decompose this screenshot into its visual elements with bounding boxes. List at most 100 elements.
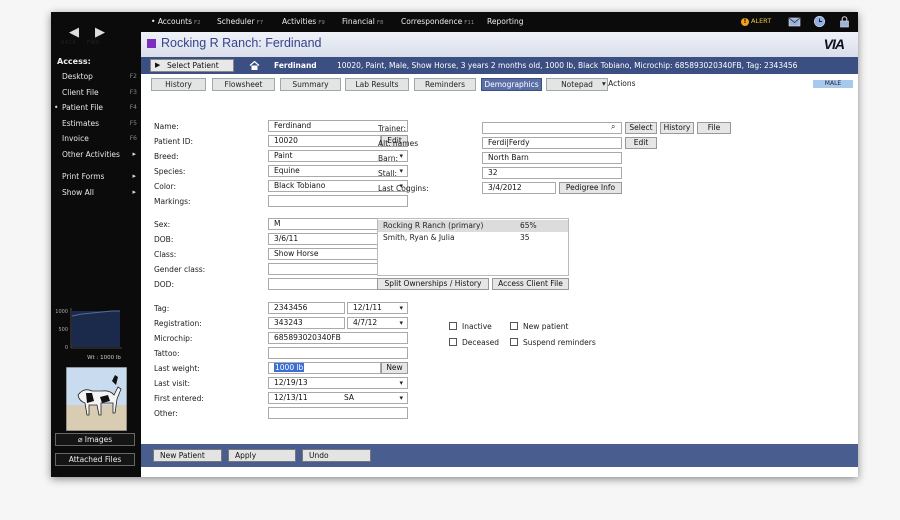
tattoo-field[interactable] xyxy=(268,347,408,359)
forward-button[interactable]: ▶ FWD xyxy=(87,25,113,47)
sidebar-item-patient-file[interactable]: Patient FileF4 xyxy=(51,100,141,116)
y-tick-label: 0 xyxy=(65,345,68,351)
patient-color-marker xyxy=(147,39,156,48)
last-weight-label: Last weight: xyxy=(154,364,200,373)
mail-icon[interactable] xyxy=(788,15,801,28)
menu-correspondence[interactable]: Correspondence F11 xyxy=(401,17,474,26)
sex-badge: MALE xyxy=(813,80,853,88)
app-window: ◀ BACK ▶ FWD Access: Desktop F2 Client Fi… xyxy=(51,12,858,477)
tab-reminders[interactable]: Reminders xyxy=(414,78,476,91)
new-patient-button[interactable]: New Patient xyxy=(153,449,222,462)
new-weight-button[interactable]: New xyxy=(381,362,408,374)
stall-field[interactable]: 32 xyxy=(482,167,622,179)
sidebar: ◀ BACK ▶ FWD Access: Desktop F2 Client Fi… xyxy=(51,12,141,477)
markings-label: Markings: xyxy=(154,197,191,206)
access-title: Access: xyxy=(57,57,91,66)
alt-names-field[interactable]: Ferdi|Ferdy xyxy=(482,137,622,149)
tab-notepad[interactable]: Notepad xyxy=(546,78,608,91)
attached-files-button[interactable]: Attached Files xyxy=(55,453,135,466)
last-visit-select[interactable]: 12/19/13 xyxy=(268,377,408,389)
actions-menu[interactable]: ▾ Actions xyxy=(602,79,636,88)
alert-icon: ! xyxy=(741,18,749,26)
list-item[interactable]: Smith, Ryan & Julia 35 xyxy=(378,232,568,244)
registration-field[interactable]: 343243 xyxy=(268,317,345,329)
class-label: Class: xyxy=(154,250,177,259)
page-header: Rocking R Ranch: Ferdinand VIA xyxy=(141,32,858,57)
weight-caption: Wt : 1000 lb xyxy=(87,355,121,361)
trainer-file-button[interactable]: File xyxy=(697,122,731,134)
forward-arrow-icon: ▶ xyxy=(95,25,105,40)
first-entered-select[interactable]: 12/13/11 SA xyxy=(268,392,408,404)
sidebar-item-other-activities[interactable]: Other Activities ▸ xyxy=(51,147,141,163)
list-item[interactable]: Rocking R Ranch (primary) 65% xyxy=(378,220,568,232)
select-patient-button[interactable]: Select Patient xyxy=(150,59,234,72)
undo-button[interactable]: Undo xyxy=(302,449,371,462)
new-patient-checkbox[interactable]: New patient xyxy=(510,322,568,331)
sidebar-item-client-file[interactable]: Client File F3 xyxy=(51,85,141,101)
barn-field[interactable]: North Barn xyxy=(482,152,622,164)
tab-lab-results[interactable]: Lab Results xyxy=(345,78,409,91)
name-label: Name: xyxy=(154,122,179,131)
trainer-history-button[interactable]: History xyxy=(660,122,694,134)
alt-names-edit-button[interactable]: Edit xyxy=(625,137,657,149)
pedigree-info-button[interactable]: Pedigree Info xyxy=(559,182,622,194)
menu-reporting[interactable]: Reporting xyxy=(487,17,523,26)
last-weight-field[interactable]: 1000 lb xyxy=(268,362,381,374)
search-icon[interactable]: ⌕ xyxy=(611,122,615,132)
sidebar-item-show-all[interactable]: Show All ▸ xyxy=(51,185,141,201)
menu-financial[interactable]: Financial F8 xyxy=(342,17,384,26)
apply-button[interactable]: Apply xyxy=(228,449,296,462)
menu-scheduler[interactable]: Scheduler F7 xyxy=(217,17,263,26)
alert-button[interactable]: ! ALERT xyxy=(741,17,771,26)
patient-bar: Select Patient Ferdinand 10020, Paint, M… xyxy=(141,57,858,74)
alt-names-label: Alt. names xyxy=(378,139,419,148)
other-field[interactable] xyxy=(268,407,408,419)
back-button[interactable]: ◀ BACK xyxy=(61,26,87,47)
suspend-reminders-checkbox[interactable]: Suspend reminders xyxy=(510,338,596,347)
deceased-checkbox[interactable]: Deceased xyxy=(449,338,499,347)
chevron-right-icon: ▸ xyxy=(132,172,136,180)
trainer-field[interactable] xyxy=(482,122,622,134)
weight-area xyxy=(72,311,120,347)
weight-mini-chart: 1000 500 0 Wt : 1000 lb xyxy=(55,308,122,361)
last-coggins-field[interactable]: 3/4/2012 xyxy=(482,182,556,194)
clock-icon[interactable] xyxy=(813,15,826,28)
first-entered-label: First entered: xyxy=(154,394,204,403)
species-label: Species: xyxy=(154,167,186,176)
gender-class-label: Gender class: xyxy=(154,265,206,274)
y-tick-label: 500 xyxy=(58,327,68,333)
triangle-down-icon: ▾ xyxy=(602,79,606,88)
patient-id-field[interactable]: 10020 xyxy=(268,135,381,147)
lock-icon[interactable] xyxy=(838,15,851,28)
images-button[interactable]: ⌀ Images xyxy=(55,433,135,446)
sidebar-item-estimates[interactable]: Estimates F5 xyxy=(51,116,141,132)
split-ownerships-button[interactable]: Split Ownerships / History xyxy=(377,278,489,290)
patient-name: Ferdinand xyxy=(274,61,317,70)
menu-activities[interactable]: Activities F9 xyxy=(282,17,325,26)
dod-label: DOD: xyxy=(154,280,174,289)
sidebar-item-invoice[interactable]: Invoice F6 xyxy=(51,131,141,147)
tab-summary[interactable]: Summary xyxy=(280,78,341,91)
last-coggins-label: Last Coggins: xyxy=(378,184,429,193)
sidebar-item-desktop[interactable]: Desktop F2 xyxy=(51,69,141,85)
page-title: Rocking R Ranch: Ferdinand xyxy=(161,36,322,50)
paperclip-icon: ⌀ xyxy=(77,435,83,444)
sidebar-item-print-forms[interactable]: Print Forms ▸ xyxy=(51,169,141,185)
trainer-select-button[interactable]: Select xyxy=(625,122,657,134)
ownership-list: Rocking R Ranch (primary) 65% Smith, Rya… xyxy=(377,218,569,276)
tag-field[interactable]: 2343456 xyxy=(268,302,345,314)
home-icon[interactable] xyxy=(249,60,260,71)
registration-date-select[interactable]: 4/7/12 xyxy=(347,317,408,329)
microchip-field[interactable]: 685893020340FB xyxy=(268,332,408,344)
patient-photo xyxy=(66,367,127,431)
menu-bar: • Accounts F2 Scheduler F7 Activities F9 Fi… xyxy=(141,12,858,32)
tab-flowsheet[interactable]: Flowsheet xyxy=(212,78,275,91)
markings-field[interactable] xyxy=(268,195,408,207)
microchip-label: Microchip: xyxy=(154,334,193,343)
menu-accounts[interactable]: • Accounts F2 xyxy=(151,17,201,26)
tab-history[interactable]: History xyxy=(151,78,206,91)
access-client-file-button[interactable]: Access Client File xyxy=(492,278,569,290)
inactive-checkbox[interactable]: Inactive xyxy=(449,322,492,331)
tab-demographics[interactable]: Demographics xyxy=(481,78,542,91)
tag-date-select[interactable]: 12/1/11 xyxy=(347,302,408,314)
